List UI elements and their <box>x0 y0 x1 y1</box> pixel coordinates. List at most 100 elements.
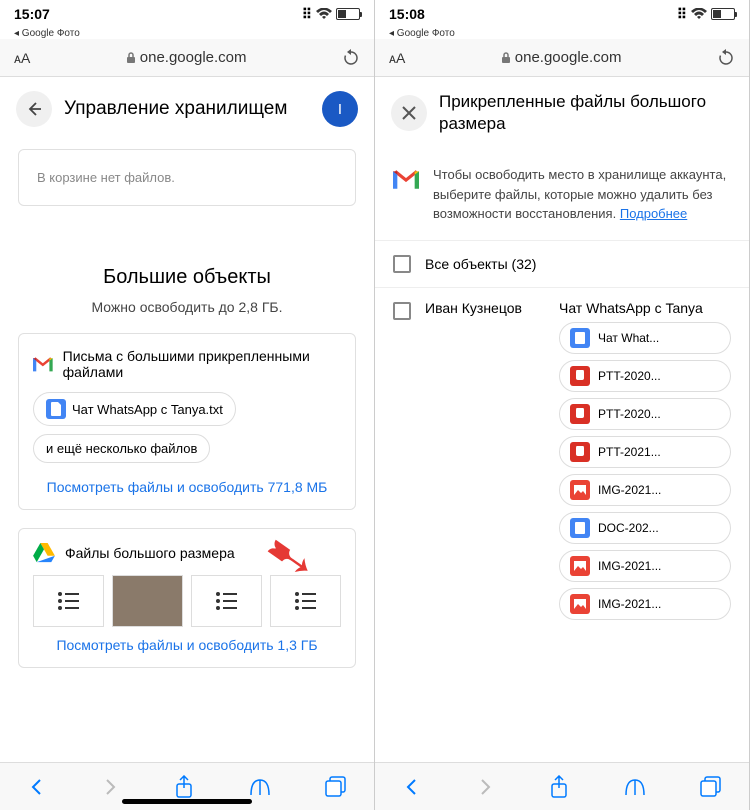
status-time: 15:08 <box>389 6 425 22</box>
attachment-chip[interactable]: PTT-2020... <box>559 398 731 430</box>
doc-file-icon <box>570 328 590 348</box>
gmail-card[interactable]: Письма с большими прикрепленными файлами… <box>18 333 356 510</box>
wifi-icon <box>691 8 707 20</box>
drive-icon <box>33 543 55 563</box>
learn-more-link[interactable]: Подробнее <box>620 206 687 221</box>
attachment-chip[interactable]: IMG-2021... <box>559 588 731 620</box>
select-all-label: Все объекты (32) <box>425 256 536 272</box>
back-button[interactable] <box>16 91 52 127</box>
email-item-row[interactable]: Иван Кузнецов Чат WhatsApp с Tanya Чат W… <box>375 287 749 632</box>
gmail-icon <box>33 355 53 373</box>
reload-icon[interactable] <box>717 49 735 67</box>
lock-icon <box>126 52 136 64</box>
attachment-label: IMG-2021... <box>598 597 661 611</box>
image-file-icon <box>570 480 590 500</box>
large-items-heading: Большие объекты <box>0 266 374 289</box>
text-size-button[interactable]: ᴀA <box>14 50 30 66</box>
file-thumb[interactable] <box>270 575 341 627</box>
url-display[interactable]: one.google.com <box>501 49 622 66</box>
attachment-chip[interactable]: IMG-2021... <box>559 474 731 506</box>
attachment-label: PTT-2020... <box>598 369 661 383</box>
attachment-label: PTT-2020... <box>598 407 661 421</box>
checkbox[interactable] <box>393 302 411 320</box>
file-chip[interactable]: Чат WhatsApp с Tanya.txt <box>33 392 236 426</box>
gmail-icon <box>393 169 419 189</box>
status-bar: 15:07 ⠿ <box>0 0 374 28</box>
page-title: Прикрепленные файлы большого размера <box>439 91 733 135</box>
share-icon[interactable] <box>174 775 194 799</box>
url-text: one.google.com <box>140 49 247 66</box>
view-files-link[interactable]: Посмотреть файлы и освободить 771,8 МБ <box>33 479 341 495</box>
audio-file-icon <box>570 366 590 386</box>
safari-address-bar: ᴀA one.google.com <box>0 39 374 77</box>
gmail-card-title: Письма с большими прикрепленными файлами <box>63 348 341 380</box>
page-content: Прикрепленные файлы большого размера Что… <box>375 77 749 762</box>
large-items-subtitle: Можно освободить до 2,8 ГБ. <box>0 299 374 315</box>
file-thumb[interactable] <box>191 575 262 627</box>
url-text: one.google.com <box>515 49 622 66</box>
doc-file-icon <box>46 399 66 419</box>
attachment-chip[interactable]: Чат What... <box>559 322 731 354</box>
back-to-app[interactable]: ◂ Google Фото <box>0 28 374 39</box>
drive-card[interactable]: Файлы большого размера Посмотреть файлы … <box>18 528 356 668</box>
chat-title: Чат WhatsApp с Tanya <box>559 300 731 316</box>
close-icon <box>401 105 417 121</box>
status-indicators: ⠿ <box>677 6 735 23</box>
page-title: Управление хранилищем <box>64 98 310 120</box>
safari-address-bar: ᴀA one.google.com <box>375 39 749 77</box>
wifi-icon <box>316 8 332 20</box>
tabs-icon[interactable] <box>325 776 347 798</box>
close-button[interactable] <box>391 95 427 131</box>
tabs-icon[interactable] <box>700 776 722 798</box>
status-time: 15:07 <box>14 6 50 22</box>
share-icon[interactable] <box>549 775 569 799</box>
attachment-label: PTT-2021... <box>598 445 661 459</box>
chip-label: Чат WhatsApp с Tanya.txt <box>72 402 223 417</box>
image-file-icon <box>570 594 590 614</box>
select-all-row[interactable]: Все объекты (32) <box>375 240 749 287</box>
url-display[interactable]: one.google.com <box>126 49 247 66</box>
page-header: Управление хранилищем I <box>0 77 374 141</box>
gmail-card-header: Письма с большими прикрепленными файлами <box>33 348 341 380</box>
attachment-chip[interactable]: IMG-2021... <box>559 550 731 582</box>
battery-icon <box>711 8 735 20</box>
reload-icon[interactable] <box>342 49 360 67</box>
drive-card-header: Файлы большого размера <box>33 543 341 563</box>
info-block: Чтобы освободить место в хранилище аккау… <box>375 149 749 240</box>
attachment-chip[interactable]: PTT-2021... <box>559 436 731 468</box>
file-thumb[interactable] <box>112 575 183 627</box>
lock-icon <box>501 52 511 64</box>
attachment-chip[interactable]: DOC-202... <box>559 512 731 544</box>
chip-label: и ещё несколько файлов <box>46 441 197 456</box>
audio-file-icon <box>570 404 590 424</box>
attachment-list: Чат What... PTT-2020... PTT-2020... PTT-202… <box>559 322 731 620</box>
attachment-label: IMG-2021... <box>598 483 661 497</box>
avatar[interactable]: I <box>322 91 358 127</box>
arrow-left-icon <box>25 100 43 118</box>
nav-back-icon[interactable] <box>402 777 422 797</box>
back-to-app[interactable]: ◂ Google Фото <box>375 28 749 39</box>
more-files-chip[interactable]: и ещё несколько файлов <box>33 434 210 463</box>
nav-forward-icon <box>100 777 120 797</box>
file-thumb[interactable] <box>33 575 104 627</box>
status-indicators: ⠿ <box>302 6 360 23</box>
bookmarks-icon[interactable] <box>623 777 647 797</box>
phone-right: 15:08 ⠿ ◂ Google Фото ᴀA one.google.com … <box>375 0 750 810</box>
safari-toolbar <box>375 762 749 810</box>
trash-empty-card: В корзине нет файлов. <box>18 149 356 206</box>
attachment-chip[interactable]: PTT-2020... <box>559 360 731 392</box>
battery-icon <box>336 8 360 20</box>
page-content: Управление хранилищем I В корзине нет фа… <box>0 77 374 762</box>
home-indicator[interactable] <box>122 799 252 804</box>
view-files-link[interactable]: Посмотреть файлы и освободить 1,3 ГБ <box>33 637 341 653</box>
drive-card-title: Файлы большого размера <box>65 545 235 561</box>
sender-name: Иван Кузнецов <box>425 300 545 316</box>
phone-left: 15:07 ⠿ ◂ Google Фото ᴀA one.google.com … <box>0 0 375 810</box>
text-size-button[interactable]: ᴀA <box>389 50 405 66</box>
file-thumbnails <box>33 575 341 627</box>
nav-back-icon[interactable] <box>27 777 47 797</box>
checkbox[interactable] <box>393 255 411 273</box>
attachment-label: DOC-202... <box>598 521 659 535</box>
attachment-label: Чат What... <box>598 331 659 345</box>
bookmarks-icon[interactable] <box>248 777 272 797</box>
